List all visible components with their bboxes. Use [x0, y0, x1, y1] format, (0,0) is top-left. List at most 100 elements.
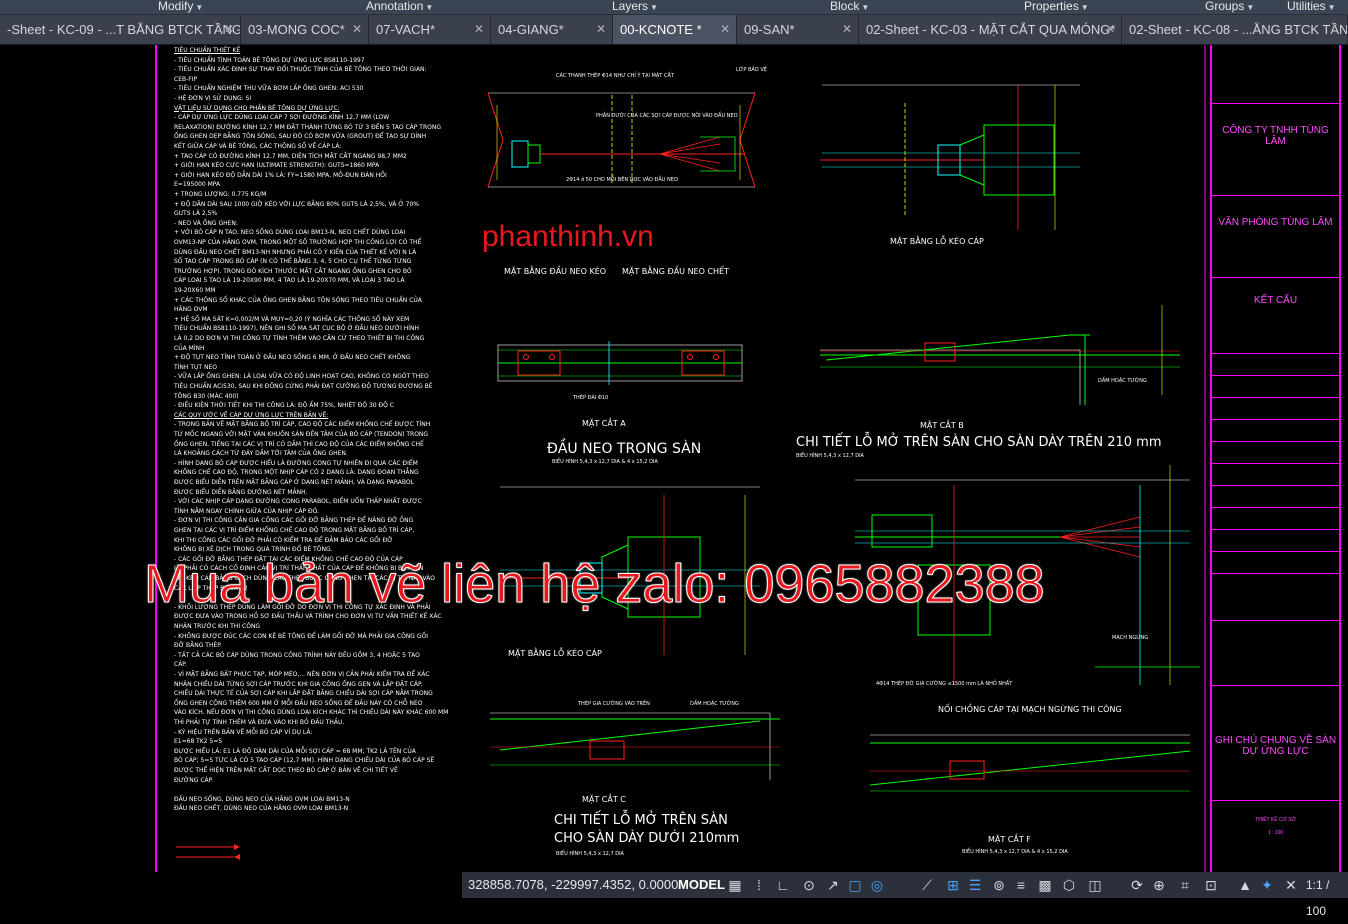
chevron-down-icon: ▼ — [1080, 3, 1089, 12]
tb-office: VĂN PHÒNG TÙNG LÂM — [1218, 217, 1333, 228]
note-line: ĐẦU NEO CHẾT, DÙNG NEO CỦA HÃNG OVM LOẠI… — [174, 805, 349, 813]
close-icon[interactable]: ✕ — [224, 15, 234, 44]
ribbon-panel-groups[interactable]: Groups ▼ — [1205, 0, 1254, 14]
note-line: RELAXATION) ĐƯỜNG KÍNH 12,7 MM ĐẶT THÀNH… — [174, 123, 442, 131]
note-line: + VỚI BÓ CÁP N TAO, NEO SỐNG DÙNG LOẠI B… — [174, 229, 406, 237]
note-line: VÀO KÍCH. NẾU ĐƠN VỊ THI CÔNG DÙNG LOẠI … — [174, 709, 449, 717]
tb-divider — [1212, 620, 1339, 621]
chevron-down-icon: ▼ — [650, 3, 658, 12]
note-line: LÀ 0,2 DO ĐƠN VỊ THI CÔNG TỰ TÍNH THÊM V… — [174, 335, 425, 342]
note-line: - ĐIỀU KIỆN THỜI TIẾT KHI THI CÔNG LÀ: Đ… — [174, 402, 394, 410]
subtitle-mat-cat-f: BIỂU HÌNH 5,4,3 x 12,7 DIA & 4 x 15,2 DI… — [962, 849, 1068, 855]
note-line: + ĐỘ DÃN DÀI SAU 1000 GIỜ KÉO VỚI LỰC BẰ… — [174, 200, 419, 208]
close-icon[interactable]: ✕ — [1105, 15, 1115, 44]
selection-icon[interactable]: ≡ — [1012, 876, 1030, 894]
osnap-3d-icon[interactable]: ◎ — [868, 876, 886, 894]
annotation-auto-scale-icon[interactable]: ✦ — [1258, 876, 1276, 894]
note-line: DÙNG ĐẦU NEO CHẾT BM13-NH NHƯNG PHẢI CÓ … — [174, 248, 417, 256]
annotation-visibility-icon[interactable]: ◫ — [1086, 876, 1104, 894]
label-cac-thanh-thep: CÁC THANH THÉP Φ14 NHƯ CHỈ Ý TẠI MẶT CẮT — [556, 73, 674, 79]
note-line: OVM13-NP CỦA HÃNG OVM, TRONG MỘT SỐ TRƯỜ… — [174, 239, 422, 246]
polar-icon[interactable]: ⊙ — [800, 876, 818, 894]
close-icon[interactable]: ✕ — [842, 15, 852, 44]
note-line: TỪ MỐC NGANG VỚI MẶT VÁN KHUÔN SÀN ĐẾN T… — [174, 431, 429, 438]
workspace-icon[interactable]: ⟳ — [1128, 876, 1146, 894]
title-mb-dau-neo-keo: MẶT BẰNG ĐẦU NEO KÉO — [504, 267, 607, 276]
tb-note-title: GHI CHÚ CHUNG VỀ SÀN DỰ ỨNG LỰC — [1214, 735, 1337, 757]
note-line: - ĐƠN VỊ THI CÔNG CĂN GIA CÔNG CÁC GỐI Đ… — [174, 517, 414, 525]
title-noi-chong-cap: NỐI CHỒNG CÁP TẠI MẠCH NGỪNG THI CÔNG — [938, 705, 1122, 714]
detail-section-a — [497, 341, 743, 385]
tab-san[interactable]: 09-SAN* ✕ — [737, 15, 859, 44]
ribbon-panel-layers[interactable]: Layers ▼ — [612, 0, 658, 14]
ribbon-panel-annotation[interactable]: Annotation ▼ — [366, 0, 433, 14]
units-icon[interactable]: ⌗ — [1176, 876, 1194, 894]
title-ct-lo-mo-duoi-2: CHO SÀN DÀY DƯỚI 210mm — [554, 831, 740, 846]
note-line: - VÌ MẶT BẰNG BẤT PHỨC TẠP, MÓP MÉO,... … — [174, 671, 430, 678]
annotation-scale[interactable]: 1:1 / 100 — [1306, 872, 1348, 918]
note-line: KHI THI CÔNG CÁC GỐI ĐỠ PHẢI CÓ KIỂM TRA… — [174, 536, 393, 544]
note-line: + TRỌNG LƯỢNG: 0.775 KG/M — [174, 191, 267, 198]
coordinate-readout[interactable]: 328858.7078, -229997.4352, 0.0000 — [468, 872, 678, 898]
gizmo-icon[interactable]: ⬡ — [1060, 876, 1078, 894]
ribbon-panel-block[interactable]: Block ▼ — [830, 0, 869, 14]
subtitle-dau-neo: BIỂU HÌNH 5,4,3 x 12,7 DIA & 4 x 15,2 DI… — [552, 459, 658, 465]
ribbon-panel-properties[interactable]: Properties ▼ — [1024, 0, 1089, 14]
selection-filter-icon[interactable]: ▩ — [1036, 876, 1054, 894]
annotation-scale-icon[interactable]: ▲ — [1236, 876, 1254, 894]
detail-section-c — [490, 712, 780, 780]
title-mat-cat-c: MẶT CẮT C — [582, 795, 626, 804]
label-dam-hoac-tuong-b: DẦM HOẶC TƯỜNG — [1098, 378, 1147, 384]
tab-kc03[interactable]: 02-Sheet - KC-03 - MẶT CẮT QUA MÓNG* ✕ — [859, 15, 1122, 44]
note-line: - HỆ ĐƠN VỊ SỬ DỤNG: SI — [174, 95, 252, 102]
close-icon[interactable]: ✕ — [474, 15, 484, 44]
tab-vach[interactable]: 07-VACH* ✕ — [369, 15, 491, 44]
tab-giang[interactable]: 04-GIANG* ✕ — [491, 15, 613, 44]
grid-icon[interactable]: ▦ — [726, 876, 744, 894]
chevron-down-icon: ▼ — [861, 3, 870, 12]
customize-icon[interactable]: ✕ — [1282, 876, 1300, 894]
dynamic-input-icon[interactable]: ⊞ — [944, 876, 962, 894]
drawing-canvas[interactable]: TIÊU CHUẨN THIẾT KẾ - TIÊU CHUẨN TÍNH TOÁ… — [0, 45, 1348, 872]
detail-anchor-plan — [487, 92, 756, 188]
watermark-contact: Mua bản vẽ liên hệ zalo: 0965882388 — [144, 554, 1046, 615]
note-line: CHIỀU DÀI THỰC TẾ CỦA SỢI CÁP KHI LẮP ĐẶ… — [174, 690, 433, 698]
note-line: ĐƯỜNG CÁP. — [174, 776, 214, 784]
label-lop-bao-ve: LỚP BẢO VỆ — [736, 67, 767, 73]
tab-mong-coc[interactable]: 03-MONG COC* ✕ — [241, 15, 369, 44]
title-mat-cat-f: MẶT CẮT F — [988, 835, 1031, 844]
title-ct-lo-mo-duoi-1: CHI TIẾT LỖ MỞ TRÊN SÀN — [554, 813, 728, 828]
note-line: TÔNG B30 (MÁC 400) — [174, 392, 239, 400]
note-line: - VỚI CÁC NHỊP CÁP DẠNG ĐƯỜNG CONG PARAB… — [174, 498, 422, 506]
otrack-icon[interactable]: ↗ — [824, 876, 842, 894]
isolate-icon[interactable]: ⊡ — [1202, 876, 1220, 894]
chevron-down-icon: ▼ — [425, 3, 434, 12]
detail-section-b — [820, 305, 1180, 405]
label-mach-ngung: MẠCH NGỪNG — [1112, 635, 1149, 641]
subtitle-ct-lo-mo-duoi: BIỂU HÌNH 5,4,3 x 12,7 DIA — [556, 851, 624, 857]
dynamic-ucs-icon[interactable]: ⟋ — [918, 876, 936, 894]
ribbon-panel-modify[interactable]: Modify ▼ — [158, 0, 203, 14]
note-line: + GIỚI HẠN KÉO ĐỘ DẪN DÀI 1% LÀ: FY=1580… — [174, 171, 387, 179]
note-line: + TAO CÁP CÓ ĐƯỜNG KÍNH 12,7 MM, DIỆN TÍ… — [174, 152, 407, 160]
note-line: - TIÊU CHUẨN TÍNH TOÁN BÊ TÔNG DỰ ỨNG LỰ… — [174, 56, 365, 64]
close-icon[interactable]: ✕ — [352, 15, 362, 44]
close-icon[interactable]: ✕ — [596, 15, 606, 44]
snap-icon[interactable]: ⁞ — [750, 876, 768, 894]
tab-kc08[interactable]: 02-Sheet - KC-08 - ...ẰNG BTCK TẦNG 4-7* — [1122, 15, 1348, 44]
osnap-icon[interactable]: ▢ — [846, 876, 864, 894]
detail-section-f — [869, 734, 1191, 792]
close-icon[interactable]: ✕ — [720, 15, 730, 44]
tab-kc09[interactable]: -Sheet - KC-09 - ...T BẰNG BTCK TẦNG 8* ✕ — [0, 15, 241, 44]
tab-kcnote[interactable]: 00-KCNOTE * ✕ — [613, 15, 737, 44]
model-space-button[interactable]: MODEL — [678, 872, 725, 898]
title-mat-cat-b: MẶT CẮT B — [920, 421, 964, 430]
lineweight-icon[interactable]: ☰ — [966, 876, 984, 894]
note-line: - TẤT CẢ CÁC BÓ CÁP DÙNG TRONG CÔNG TRÌN… — [174, 651, 420, 659]
chevron-down-icon: ▼ — [1246, 3, 1255, 12]
transparency-icon[interactable]: ⊚ — [990, 876, 1008, 894]
ribbon-panel-utilities[interactable]: Utilities ▼ — [1287, 0, 1336, 14]
annotation-monitor-icon[interactable]: ⊕ — [1150, 876, 1168, 894]
note-line: - KHÔNG ĐƯỢC ĐÚC CÁC CON KÊ BÊ TÔNG ĐỂ L… — [174, 632, 428, 640]
ortho-icon[interactable]: ∟ — [774, 876, 792, 894]
